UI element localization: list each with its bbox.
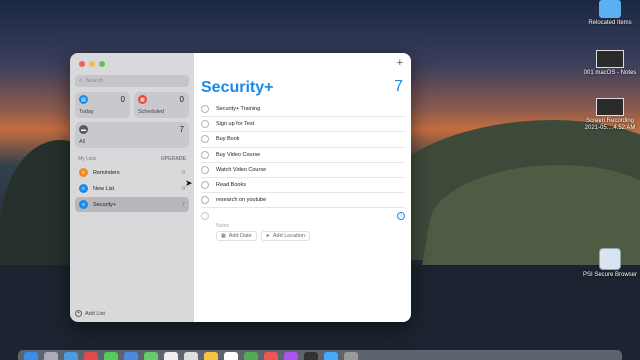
sidebar-item-reminders[interactable]: ≡ Reminders 0 [75, 165, 189, 180]
info-icon[interactable]: i [397, 212, 405, 221]
checkbox-icon[interactable] [201, 165, 209, 174]
list-count: 7 [394, 78, 403, 95]
task-row[interactable]: Read Books [201, 178, 405, 194]
calendar-scheduled-icon: ▦ [138, 95, 147, 104]
window-controls [75, 61, 189, 67]
task-row[interactable]: Buy Book [201, 132, 405, 148]
plus-circle-icon: + [75, 310, 82, 317]
photos-icon[interactable] [164, 352, 178, 360]
mail-icon[interactable] [124, 352, 138, 360]
sidebar-item-new-list[interactable]: ≡ New List 0 [75, 181, 189, 196]
search-input[interactable]: ⌕ Search [75, 75, 189, 87]
smart-list-today[interactable]: ▤ 0 Today [75, 92, 130, 118]
checkbox-icon[interactable] [201, 196, 209, 205]
checkbox-icon[interactable] [201, 135, 209, 144]
app-icon[interactable] [84, 352, 98, 360]
safari-icon[interactable] [64, 352, 78, 360]
new-task-row[interactable]: i [201, 210, 405, 222]
tray-icon: ▬ [79, 125, 88, 134]
app-store-icon[interactable] [324, 352, 338, 360]
checkbox-icon[interactable] [201, 212, 209, 221]
finder-icon[interactable] [24, 352, 38, 360]
music-icon[interactable] [264, 352, 278, 360]
smart-list-all[interactable]: ▬ 7 All [75, 122, 189, 148]
settings-icon[interactable] [344, 352, 358, 360]
add-reminder-button[interactable]: + [397, 57, 403, 69]
my-lists-header: My Lists UPGRADE [78, 156, 186, 162]
notes-field[interactable]: Notes [216, 223, 405, 229]
tv-icon[interactable] [304, 352, 318, 360]
list-bullet-icon: ≡ [79, 168, 88, 177]
smart-lists: ▤ 0 Today ▦ 0 Scheduled ▬ 7 All [75, 92, 189, 148]
mouse-cursor-icon: ➤ [185, 178, 193, 188]
location-arrow-icon: ➤ [265, 233, 270, 240]
reminders-window: ⌕ Search ▤ 0 Today ▦ 0 Scheduled ▬ 7 All… [70, 53, 411, 322]
desktop-icon-screen-recording[interactable]: Screen Recording 2021-05....4.52 AM [582, 98, 638, 132]
task-row[interactable]: Sign up for Test [201, 117, 405, 133]
upgrade-button[interactable]: UPGRADE [161, 156, 186, 162]
app-icon [599, 248, 621, 270]
minimize-button[interactable] [89, 61, 95, 67]
checkbox-icon[interactable] [201, 105, 209, 114]
calendar-icon: ▤ [79, 95, 88, 104]
podcasts-icon[interactable] [284, 352, 298, 360]
screenshot-thumbnail-icon [596, 50, 624, 68]
dock [18, 350, 622, 360]
sidebar: ⌕ Search ▤ 0 Today ▦ 0 Scheduled ▬ 7 All… [70, 53, 194, 322]
list-detail: + Security+ 7 Security+ Training Sign up… [194, 53, 411, 322]
task-options: ▦ Add Date ➤ Add Location [216, 231, 405, 242]
launchpad-icon[interactable] [44, 352, 58, 360]
add-date-button[interactable]: ▦ Add Date [216, 231, 257, 242]
zoom-button[interactable] [99, 61, 105, 67]
reminders-icon[interactable] [224, 352, 238, 360]
video-thumbnail-icon [596, 98, 624, 116]
add-location-button[interactable]: ➤ Add Location [260, 231, 310, 242]
desktop-icon-relocated-items[interactable]: Relocated Items [582, 0, 638, 27]
list-bullet-icon: ≡ [79, 200, 88, 209]
calendar-icon[interactable] [184, 352, 198, 360]
task-row[interactable]: Security+ Training [201, 102, 405, 118]
calendar-icon: ▦ [221, 233, 226, 240]
desktop-icon-psi-secure-browser[interactable]: PSI Secure Browser [582, 248, 638, 279]
task-row[interactable]: research on youtube [201, 193, 405, 209]
close-button[interactable] [79, 61, 85, 67]
messages-icon[interactable] [104, 352, 118, 360]
list-title: Security+ [201, 79, 274, 96]
search-icon: ⌕ [79, 77, 83, 84]
sidebar-item-security-plus[interactable]: ≡ Security+ 7 [75, 197, 189, 212]
list-bullet-icon: ≡ [79, 184, 88, 193]
maps-icon[interactable] [144, 352, 158, 360]
checkbox-icon[interactable] [201, 120, 209, 129]
notes-icon[interactable] [204, 352, 218, 360]
desktop-icon-notes[interactable]: 001 macOS - Notes [582, 50, 638, 77]
smart-list-scheduled[interactable]: ▦ 0 Scheduled [134, 92, 189, 118]
task-row[interactable]: Watch Video Course [201, 163, 405, 178]
facetime-icon[interactable] [244, 352, 258, 360]
checkbox-icon[interactable] [201, 181, 209, 190]
task-row[interactable]: Buy Video Course [201, 148, 405, 163]
folder-icon [599, 0, 621, 18]
checkbox-icon[interactable] [201, 150, 209, 159]
add-list-button[interactable]: + Add List [75, 310, 105, 317]
